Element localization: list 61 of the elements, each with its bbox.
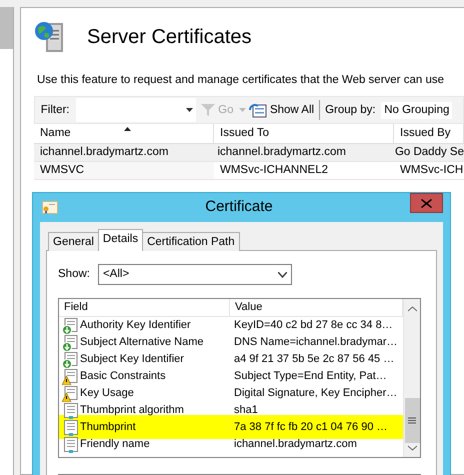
field-value: ichannel.bradymartz.com: [233, 437, 357, 452]
show-all-button[interactable]: Show All: [249, 102, 314, 119]
scrollbar[interactable]: [403, 299, 420, 457]
description-text: Use this feature to request and manage certificates that the Web server can use: [36, 73, 445, 88]
field-value: DNS Name=ichannel.bradymar…: [233, 335, 398, 350]
field-value: Digital Signature, Key Encipher…: [233, 386, 398, 402]
scroll-up-icon[interactable]: [408, 306, 416, 312]
column-header[interactable]: Issued To: [214, 124, 394, 144]
field-value: sha1: [233, 403, 258, 418]
tab[interactable]: General: [48, 232, 99, 251]
list-refresh-icon: [249, 102, 268, 118]
show-label: Show:: [58, 266, 90, 282]
scroll-down-icon[interactable]: [408, 445, 416, 451]
table-cell-text: Go Daddy Se: [394, 145, 464, 160]
filter-icon: [201, 103, 216, 118]
column-header[interactable]: Name: [34, 124, 214, 144]
table-cell: WMSVC: [34, 162, 214, 180]
table-cell-text: WMSvc-ICH: [399, 163, 464, 178]
warning-document-icon: [62, 368, 78, 384]
field-name[interactable]: Subject Alternative Name: [80, 334, 204, 351]
caret-icon[interactable]: [186, 108, 193, 112]
field-name[interactable]: Basic Constraints: [80, 368, 166, 385]
download-document-icon: [62, 352, 78, 368]
table-row[interactable]: ichannel.bradymartz.com ichannel.bradymartz.com Go Daddy Se: [34, 144, 464, 162]
field-value: KeyID=40 c2 bd 27 8e cc 34 8…: [233, 318, 393, 334]
field-name[interactable]: Authority Key Identifier: [80, 317, 191, 334]
close-icon: [421, 198, 432, 208]
dialog-title: Certificate: [204, 197, 274, 218]
chevron-down-icon: [278, 272, 287, 278]
filter-label: Filter:: [40, 102, 70, 118]
field-value: Subject Type=End Entity, Pat…: [233, 369, 387, 384]
document-icon: [62, 402, 78, 418]
sort-arrow-icon: [124, 127, 130, 132]
certificate-icon: [42, 201, 58, 214]
page-title: Server Certificates: [87, 25, 252, 50]
tab[interactable]: Certification Path: [142, 232, 240, 251]
field-value: a4 9f 21 37 5b 5e 2c 87 56 45 …: [233, 352, 394, 368]
group-by-label: Group by:: [325, 102, 376, 118]
field-name[interactable]: Friendly name: [80, 436, 150, 453]
filter-field[interactable]: [76, 98, 196, 122]
download-document-icon: [62, 334, 78, 350]
warning-document-icon: [62, 386, 78, 402]
table-row[interactable]: WMSVC WMSvc-ICHANNEL2 WMSvc-ICH: [34, 162, 464, 180]
close-button[interactable]: [410, 193, 443, 213]
field-name[interactable]: Thumbprint: [80, 419, 136, 436]
document-icon: [62, 436, 78, 452]
field-name[interactable]: Thumbprint algorithm: [80, 402, 184, 419]
field-name[interactable]: Subject Key Identifier: [80, 351, 184, 368]
field-value: 7a 38 7f fc fb 20 c1 04 76 90 …: [233, 420, 388, 436]
scroll-thumb[interactable]: [404, 398, 420, 443]
column-header[interactable]: Field: [59, 299, 230, 316]
show-dropdown[interactable]: <All>: [98, 264, 292, 285]
table-cell-text: ichannel.bradymartz.com: [216, 145, 347, 160]
field-name[interactable]: Key Usage: [80, 385, 134, 402]
table-cell-text: ichannel.bradymartz.com: [39, 145, 170, 160]
table-cell-text: WMSvc-ICHANNEL2: [219, 163, 329, 178]
group-by-dropdown[interactable]: No Grouping: [381, 102, 452, 119]
document-icon: [62, 420, 78, 436]
column-header[interactable]: Issued By: [394, 124, 464, 144]
tab[interactable]: Details: [98, 229, 144, 251]
download-document-icon: [62, 318, 78, 334]
